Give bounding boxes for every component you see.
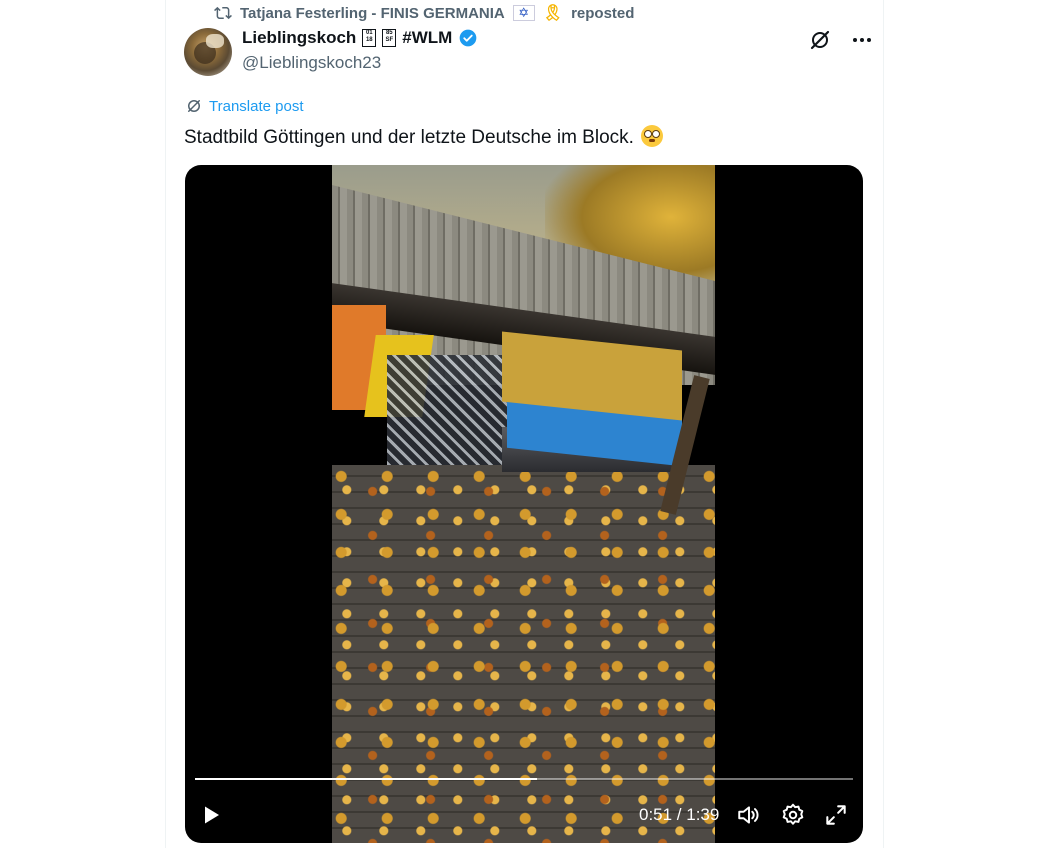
play-icon [205, 806, 219, 824]
israel-flag-icon: ✡ [512, 5, 535, 21]
timeline-right-border [883, 0, 884, 848]
flushed-face-emoji-icon [641, 125, 664, 147]
author-avatar[interactable] [184, 28, 232, 76]
ribbon-icon: 🎗 [542, 5, 564, 22]
repost-context[interactable]: Tatjana Festerling - FINIS GERMANIA ✡ 🎗 … [214, 3, 634, 23]
fullscreen-icon [826, 805, 846, 825]
fullscreen-button[interactable] [823, 802, 849, 828]
settings-button[interactable] [780, 802, 806, 828]
repost-icon [214, 6, 232, 20]
video-time: 0:51 / 1:39 [639, 805, 720, 824]
repost-action-label: reposted [571, 4, 635, 22]
video-progress-fill [195, 778, 538, 780]
video-progress-bar[interactable] [195, 778, 853, 780]
repost-user-name[interactable]: Tatjana Festerling - FINIS GERMANIA [240, 5, 505, 22]
author-name[interactable]: Lieblingskoch [242, 28, 356, 48]
timeline-left-border [165, 0, 166, 848]
post-text: Stadtbild Göttingen und der letzte Deuts… [184, 125, 664, 149]
translate-post-label[interactable]: Translate post [209, 98, 304, 115]
play-button[interactable] [199, 803, 223, 827]
volume-icon [738, 806, 759, 824]
post-header-actions [808, 28, 874, 52]
grok-icon[interactable] [808, 28, 832, 52]
volume-button[interactable] [736, 802, 762, 828]
author-hashtag: #WLM [402, 28, 453, 47]
more-icon[interactable] [850, 28, 874, 52]
translate-icon [188, 100, 200, 112]
symbol-box-icon: 85 SF [382, 29, 397, 47]
post-text-body: Stadtbild Göttingen und der letzte Deuts… [184, 127, 634, 148]
author-handle[interactable]: @Lieblingskoch23 [242, 53, 381, 73]
symbol-box-icon: 01 18 [362, 29, 377, 47]
translate-post-link[interactable]: Translate post [185, 97, 304, 115]
verified-badge-icon [458, 28, 478, 48]
video-player[interactable]: 0:51 / 1:39 [185, 165, 863, 843]
video-frame[interactable] [332, 165, 715, 843]
settings-icon [782, 803, 804, 825]
author-name-row[interactable]: Lieblingskoch 01 18 85 SF #WLM [242, 28, 478, 48]
